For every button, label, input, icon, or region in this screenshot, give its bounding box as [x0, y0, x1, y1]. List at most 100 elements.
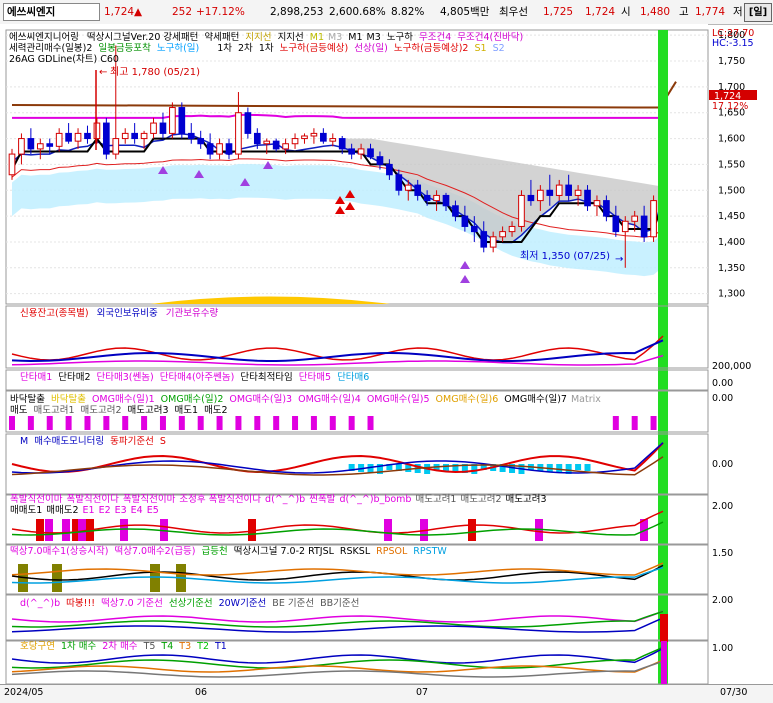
date-axis: 2024/05 06 07 07/30 — [0, 684, 773, 703]
right-price-axis: 1,8001,7501,7001,6501,6001,5501,5001,450… — [718, 30, 745, 299]
candle-body — [621, 220, 629, 233]
candle-body — [320, 132, 327, 142]
signal-bar — [9, 416, 15, 430]
svg-text:단타매1단타매2단타매3(쎈놈)단타매4(아주쎈놈)단타최적: 단타매1 단타매2 단타매3(쎈놈) 단타매4(아주쎈놈) 단타최적타임 단타매5 단타매6 — [20, 371, 369, 383]
candle-body — [376, 156, 384, 165]
candle-body — [537, 189, 544, 202]
candle-body — [433, 194, 440, 202]
svg-text:바닥탈출바닥탈출OMG매수(일)1OMG매수(일)2OMG매: 바닥탈출 바닥탈출 OMG매수(일)1 OMG매수(일)2 OMG매수(일)3 OMG매수… — [10, 393, 601, 405]
candle-body — [36, 143, 44, 150]
signal-bar — [631, 416, 638, 430]
best-ask: 1,725 — [543, 6, 574, 18]
candle-body — [499, 231, 506, 238]
candle-body — [244, 112, 252, 134]
candle-body — [508, 225, 516, 233]
price-tick-label: 1,600 — [718, 134, 745, 145]
signal-bar — [273, 416, 280, 430]
panel2-tick-2: 0.00 — [712, 378, 733, 389]
candle-body — [650, 200, 657, 238]
candle-body — [291, 138, 299, 145]
svg-text:M매수매도모니터링동파기준선S: M 매수매도모니터링 동파기준선 S — [20, 435, 166, 447]
candle-body — [338, 138, 346, 150]
candle-body — [272, 140, 280, 150]
stock-name-field[interactable]: 에쓰씨엔지 — [3, 3, 100, 21]
candle-body — [121, 132, 129, 140]
signal-bar — [292, 416, 299, 430]
stock-header: 에쓰씨엔지 1,724 ▲ 252 +17.12% 2,898,253 2,60… — [0, 0, 773, 25]
chart-canvas[interactable]: 최고 1,780 (05/21) ← 최저 1,350 (07/25) → 에쓰… — [0, 24, 773, 684]
svg-text:26AG GDLine(차트) C60: 26AG GDLine(차트) C60 — [9, 53, 119, 65]
candle-body — [565, 184, 572, 196]
open-price: 1,480 — [640, 6, 671, 18]
candle-body — [489, 236, 497, 248]
volume-percent: 2,600.68% — [329, 6, 386, 18]
candle-body — [357, 148, 365, 155]
panel6-bar — [45, 519, 53, 541]
candle-body — [140, 132, 148, 140]
low-label: 저 — [733, 6, 743, 18]
candle-body — [235, 112, 242, 155]
period-day-button[interactable]: [일] — [744, 3, 772, 22]
candle-body — [386, 163, 393, 176]
trade-amount: 4,805백만 — [440, 6, 490, 18]
panel9-tick: 1.00 — [712, 643, 733, 654]
panel8-tick: 2.00 — [712, 595, 733, 606]
best-ask-label: 최우선 — [499, 6, 528, 18]
candle-body — [18, 138, 25, 155]
panel7-bar — [52, 564, 62, 592]
candle-body — [414, 184, 422, 196]
signal-bar — [141, 416, 148, 430]
candle-body — [131, 132, 138, 140]
candle-body — [216, 143, 223, 155]
candle-body — [310, 132, 318, 137]
svg-text:d(^_^)b따봉!!!떡상7.0 기준선선상기준선20W기: d(^_^)b 따봉!!! 떡상7.0 기준선 선상기준선 20W기준선 BE 기준선 BB… — [20, 598, 359, 609]
price-tick-label: 1,450 — [718, 211, 745, 222]
date-label-right: 07/30 — [720, 687, 748, 698]
price-tick-label: 1,300 — [718, 289, 745, 300]
panel7-bar — [150, 564, 160, 592]
panel6-bar — [120, 519, 128, 541]
panel5-tick: 0.00 — [712, 459, 733, 470]
candle-body — [84, 132, 91, 140]
candle-body — [452, 205, 459, 217]
histogram-bar — [367, 464, 374, 473]
candle-body — [187, 132, 195, 140]
signal-bar — [27, 416, 34, 430]
candle-body — [584, 189, 591, 207]
candle-body — [103, 122, 110, 155]
candle-body — [74, 132, 82, 142]
panel2-tick-1: 200,000 — [712, 361, 751, 372]
signal-bar — [650, 416, 657, 430]
candle-body — [603, 200, 610, 217]
high-note: 최고 1,780 (05/21) — [110, 66, 200, 78]
svg-text:매매도1매매도2E1E2E3E4E5: 매매도1 매매도2 E1 E2 E3 E4 E5 — [10, 505, 159, 516]
low-note: 최저 1,350 (07/25) — [520, 250, 610, 262]
panel6-tick: 2.00 — [712, 501, 733, 512]
candle-body — [640, 215, 648, 238]
current-price: 1,724 — [104, 6, 135, 18]
open-label: 시 — [621, 6, 631, 18]
signal-bar — [84, 416, 91, 430]
signal-bar — [348, 416, 355, 430]
candle-body — [404, 184, 412, 191]
candle-body — [329, 138, 337, 142]
signal-bar — [122, 416, 129, 430]
low-arrow-icon: → — [615, 254, 623, 265]
candle-body — [206, 143, 214, 155]
signal-bar — [159, 416, 166, 430]
signal-bar — [367, 416, 374, 430]
price-tick-label: 1,550 — [718, 159, 745, 170]
signal-bar — [197, 416, 204, 430]
candle-body — [555, 184, 563, 196]
candle-body — [263, 140, 271, 145]
signal-bar — [103, 416, 110, 430]
price-tick-label: 1,750 — [718, 56, 745, 67]
date-label-1: 2024/05 — [4, 687, 44, 698]
candle-body — [546, 189, 554, 196]
signal-bar — [216, 416, 223, 430]
signal-bar — [46, 416, 53, 430]
candle-body — [112, 138, 120, 155]
histogram-bar — [584, 464, 591, 471]
signal-bar — [235, 416, 242, 430]
volume: 2,898,253 — [270, 6, 324, 18]
